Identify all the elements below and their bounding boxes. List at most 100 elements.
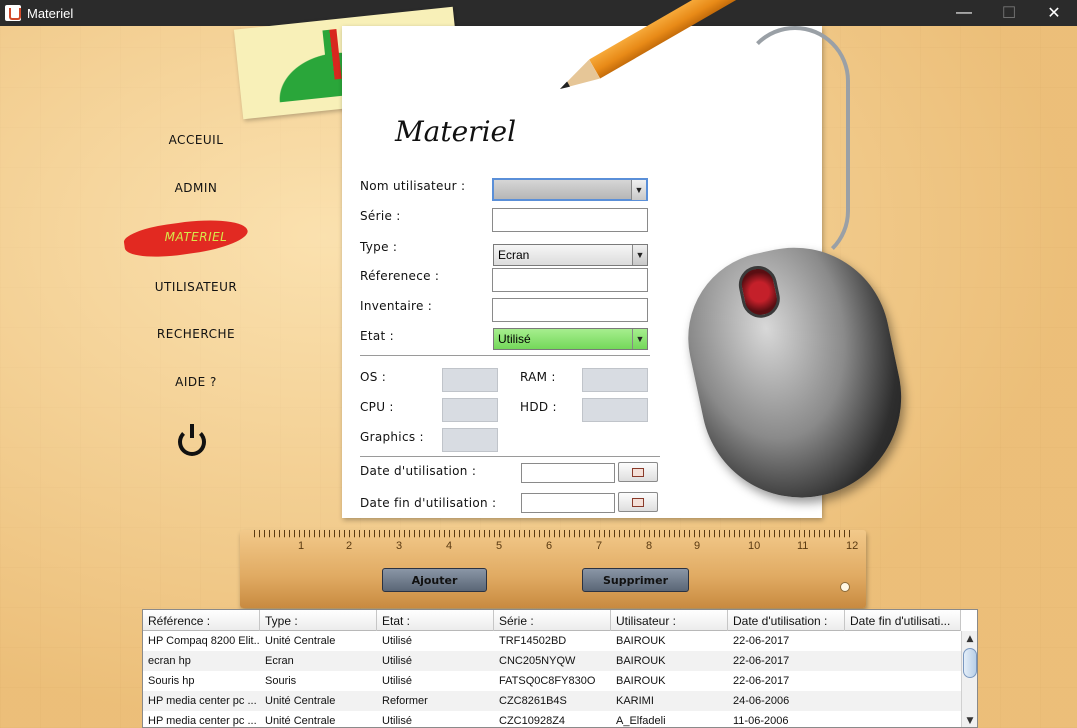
chevron-down-icon: ▼: [632, 245, 647, 265]
cell-etat: Utilisé: [382, 635, 412, 647]
menu-item-recherche[interactable]: RECHERCHE: [126, 327, 266, 341]
cell-serie: CNC205NYQW: [499, 655, 576, 667]
cpu-field[interactable]: [442, 398, 498, 422]
calendar-button[interactable]: [618, 462, 658, 482]
cell-serie: FATSQ0C8FY830O: [499, 675, 596, 687]
graphics-field[interactable]: [442, 428, 498, 452]
supprimer-button[interactable]: Supprimer: [582, 568, 689, 592]
cell-date-fin-utilisation: [845, 631, 961, 651]
label-os: OS :: [360, 370, 387, 384]
reference-input[interactable]: [492, 268, 648, 292]
column-header-etat[interactable]: Etat :: [377, 610, 494, 631]
table-row[interactable]: ecran hp Ecran Utilisé CNC205NYQW BAIROU…: [143, 651, 961, 671]
separator: [360, 456, 660, 457]
column-header-reference[interactable]: Référence :: [143, 610, 260, 631]
menu-item-admin[interactable]: ADMIN: [126, 181, 266, 195]
label-hdd: HDD :: [520, 400, 557, 414]
column-header-utilisateur[interactable]: Utilisateur :: [611, 610, 728, 631]
chevron-down-icon: ▼: [631, 180, 646, 200]
serie-input[interactable]: [492, 208, 648, 232]
label-cpu: CPU :: [360, 400, 394, 414]
cell-etat: Utilisé: [382, 715, 412, 727]
label-date-utilisation: Date d'utilisation :: [360, 464, 477, 478]
nom-utilisateur-select[interactable]: ▼: [492, 178, 648, 201]
vertical-scrollbar[interactable]: ▲ ▼: [961, 631, 977, 727]
cell-utilisateur: A_Elfadeli: [616, 715, 666, 727]
column-header-serie[interactable]: Série :: [494, 610, 611, 631]
minimize-button[interactable]: —: [941, 0, 987, 26]
ruler-ticks: [254, 530, 854, 538]
cell-date-fin-utilisation: [845, 651, 961, 671]
table-row[interactable]: HP Compaq 8200 Elit... Unité Centrale Ut…: [143, 631, 961, 651]
cell-date-fin-utilisation: [845, 671, 961, 691]
ruler-number: 12: [846, 540, 859, 552]
window-title: Materiel: [27, 5, 74, 21]
date-utilisation-input[interactable]: [521, 463, 615, 483]
page-title: Materiel: [395, 115, 517, 148]
column-header-type[interactable]: Type :: [260, 610, 377, 631]
ruler-number: 8: [646, 540, 653, 552]
close-button[interactable]: ✕: [1031, 0, 1077, 26]
cell-serie: TRF14502BD: [499, 635, 567, 647]
label-inventaire: Inventaire :: [360, 299, 433, 313]
cell-serie: CZC10928Z4: [499, 715, 566, 727]
table-row[interactable]: HP media center pc ... Unité Centrale Ut…: [143, 711, 961, 727]
table-header: Référence : Type : Etat : Série : Utilis…: [143, 610, 961, 631]
cell-reference: HP Compaq 8200 Elit...: [148, 635, 260, 647]
calendar-button[interactable]: [618, 492, 658, 512]
os-field[interactable]: [442, 368, 498, 392]
materiel-table: Référence : Type : Etat : Série : Utilis…: [142, 609, 978, 728]
cell-etat: Utilisé: [382, 675, 412, 687]
inventaire-input[interactable]: [492, 298, 648, 322]
cell-type: Souris: [265, 675, 297, 687]
scroll-thumb[interactable]: [963, 648, 977, 678]
java-app-icon: [5, 5, 21, 21]
type-select[interactable]: Ecran ▼: [493, 244, 648, 266]
cell-etat: Reformer: [382, 695, 428, 707]
column-header-date-fin-utilisation[interactable]: Date fin d'utilisati...: [845, 610, 961, 631]
menu-item-acceuil[interactable]: ACCEUIL: [126, 133, 266, 147]
menu-item-utilisateur[interactable]: UTILISATEUR: [126, 280, 266, 294]
date-fin-utilisation-input[interactable]: [521, 493, 615, 513]
table-row[interactable]: HP media center pc ... Unité Centrale Re…: [143, 691, 961, 711]
ram-field[interactable]: [582, 368, 648, 392]
label-reference: Réferenece :: [360, 269, 440, 283]
cell-type: Ecran: [265, 655, 294, 667]
scroll-down-icon[interactable]: ▼: [962, 713, 977, 727]
column-header-date-utilisation[interactable]: Date d'utilisation :: [728, 610, 845, 631]
ruler-number: 6: [546, 540, 553, 552]
ruler-number: 5: [496, 540, 503, 552]
mouse-wheel: [735, 262, 784, 322]
cell-reference: ecran hp: [148, 655, 191, 667]
cell-date-fin-utilisation: [845, 691, 961, 711]
cell-date-utilisation: 22-06-2017: [733, 675, 790, 687]
ruler-number: 9: [694, 540, 701, 552]
label-date-fin-utilisation: Date fin d'utilisation :: [360, 496, 497, 510]
maximize-button[interactable]: ☐: [986, 0, 1032, 26]
hdd-field[interactable]: [582, 398, 648, 422]
power-icon[interactable]: [178, 424, 206, 456]
cell-date-utilisation: 22-06-2017: [733, 655, 790, 667]
table-row[interactable]: Souris hp Souris Utilisé FATSQ0C8FY830O …: [143, 671, 961, 691]
cell-date-utilisation: 11-06-2006: [733, 715, 789, 727]
cell-utilisateur: KARIMI: [616, 695, 654, 707]
label-nom-utilisateur: Nom utilisateur :: [360, 179, 466, 193]
ruler-number: 11: [797, 540, 809, 552]
ruler-number: 2: [346, 540, 353, 552]
cell-etat: Utilisé: [382, 655, 412, 667]
menu-item-materiel[interactable]: MATERIEL: [126, 230, 266, 244]
scroll-up-icon[interactable]: ▲: [962, 631, 977, 647]
mouse-cable: [740, 26, 850, 266]
ajouter-button[interactable]: Ajouter: [382, 568, 487, 592]
ruler-hole: [840, 582, 850, 592]
cell-type: Unité Centrale: [265, 715, 336, 727]
ruler-number: 3: [396, 540, 403, 552]
cell-date-utilisation: 24-06-2006: [733, 695, 790, 707]
cell-reference: HP media center pc ...: [148, 715, 257, 727]
cell-serie: CZC8261B4S: [499, 695, 567, 707]
cell-utilisateur: BAIROUK: [616, 655, 666, 667]
etat-select[interactable]: Utilisé ▼: [493, 328, 648, 350]
ruler-number: 1: [298, 540, 305, 552]
menu-item-aide[interactable]: AIDE ?: [126, 375, 266, 389]
cell-date-fin-utilisation: [845, 711, 961, 727]
